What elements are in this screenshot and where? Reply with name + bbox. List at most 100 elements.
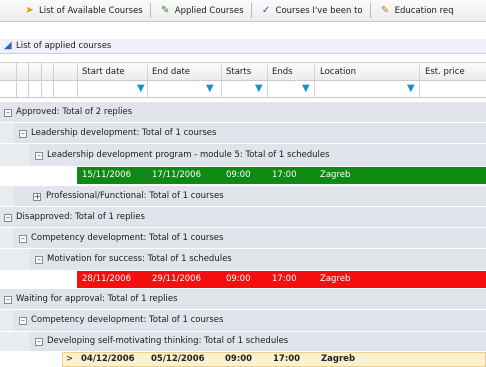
- cell-ends: 17:00: [273, 354, 301, 364]
- column-divider: [28, 81, 29, 97]
- group-label: Competency development: Total of 1 cours…: [31, 233, 224, 243]
- panel-title-bar: ◢ List of applied courses: [0, 39, 486, 54]
- education-requests-label: Education req: [394, 5, 454, 16]
- filter-funnel-icon[interactable]: ▼: [302, 84, 310, 94]
- cell-start-date: 28/11/2006: [82, 274, 131, 284]
- cell-ends: 17:00: [272, 170, 297, 180]
- filter-funnel-icon[interactable]: ▼: [255, 84, 263, 94]
- group-row-competency-waiting[interactable]: – Competency development: Total of 1 cou…: [0, 310, 486, 332]
- collapse-icon[interactable]: –: [35, 338, 43, 346]
- collapse-icon[interactable]: –: [4, 296, 12, 304]
- filter-row: ▼ ▼ ▼ ▼ ▼: [0, 81, 486, 98]
- column-divider: [77, 81, 78, 97]
- cell-end-date: 29/11/2006: [152, 274, 201, 284]
- header-location[interactable]: Location: [320, 67, 356, 77]
- indent-spacer: [0, 332, 30, 351]
- column-divider: [41, 81, 42, 97]
- filter-funnel-icon[interactable]: ▼: [137, 84, 145, 94]
- column-divider: [53, 81, 54, 97]
- collapse-icon[interactable]: –: [19, 317, 27, 325]
- cell-ends: 17:00: [272, 274, 297, 284]
- group-row-competency[interactable]: – Competency development: Total of 1 cou…: [0, 228, 486, 249]
- filter-funnel-icon[interactable]: ▼: [407, 84, 415, 94]
- indent-spacer: [0, 144, 30, 166]
- applied-courses-label: Applied Courses: [174, 5, 244, 16]
- group-row-leadership-program[interactable]: – Leadership development program - modul…: [0, 144, 486, 167]
- table-row[interactable]: 28/11/2006 29/11/2006 09:00 17:00 Zagreb: [77, 271, 486, 288]
- collapse-icon[interactable]: –: [4, 214, 12, 222]
- collapse-icon[interactable]: –: [35, 256, 43, 264]
- group-row-disapproved[interactable]: – Disapproved: Total of 1 replies: [0, 207, 486, 228]
- column-divider: [77, 63, 78, 80]
- courses-been-to-label: Courses I've been to: [275, 5, 363, 16]
- grid-filter-icon: ◢: [4, 40, 12, 51]
- toolbar-separator: [149, 3, 151, 18]
- group-label: Disapproved: Total of 1 replies: [16, 212, 145, 222]
- courses-been-to-button[interactable]: ✓ Courses I've been to: [255, 1, 367, 21]
- group-row-leadership[interactable]: – Leadership development: Total of 1 cou…: [0, 123, 486, 144]
- expand-icon[interactable]: +: [33, 193, 41, 201]
- header-start-date[interactable]: Start date: [82, 67, 125, 77]
- indent-spacer: [0, 186, 14, 206]
- column-divider: [16, 63, 17, 80]
- applied-icon: ✎: [161, 5, 170, 16]
- cell-starts: 09:00: [226, 170, 251, 180]
- group-label: Developing self-motivating thinking: Tot…: [47, 336, 289, 346]
- indent-spacer: [0, 228, 14, 248]
- group-row-professional[interactable]: + Professional/Functional: Total of 1 co…: [0, 186, 486, 207]
- cell-start-date: 04/12/2006: [81, 354, 135, 364]
- indent-spacer: [0, 310, 14, 331]
- panel-title: List of applied courses: [16, 41, 112, 51]
- column-divider: [53, 63, 54, 80]
- column-divider: [419, 63, 420, 80]
- header-est-price[interactable]: Est. price: [425, 67, 465, 77]
- course-list-icon: ➤: [25, 5, 34, 16]
- filter-funnel-icon[interactable]: ▼: [206, 84, 214, 94]
- cell-location: Zagreb: [320, 170, 351, 180]
- column-divider: [314, 63, 315, 80]
- header-end-date[interactable]: End date: [152, 67, 190, 77]
- column-divider: [314, 81, 315, 97]
- cell-starts: 09:00: [225, 354, 253, 364]
- toolbar-separator: [250, 3, 252, 18]
- group-row-self-motivating[interactable]: – Developing self-motivating thinking: T…: [0, 332, 486, 352]
- indent-spacer: [0, 123, 14, 143]
- column-divider: [267, 63, 268, 80]
- checkmark-icon: ✓: [261, 5, 271, 16]
- collapse-icon[interactable]: –: [19, 130, 27, 138]
- column-divider: [147, 63, 148, 80]
- group-label: Approved: Total of 2 replies: [16, 107, 133, 117]
- column-divider: [419, 81, 420, 97]
- column-divider: [221, 63, 222, 80]
- applied-courses-button[interactable]: ✎ Applied Courses: [154, 1, 248, 21]
- group-row-approved[interactable]: – Approved: Total of 2 replies: [0, 102, 486, 123]
- toolbar: ➤ List of Available Courses ✎ Applied Co…: [0, 0, 486, 22]
- collapse-icon[interactable]: –: [35, 152, 43, 160]
- education-requests-button[interactable]: ✎ Education req: [374, 1, 458, 21]
- cell-end-date: 17/11/2006: [152, 170, 201, 180]
- toolbar-separator: [369, 3, 371, 18]
- collapse-icon[interactable]: –: [4, 109, 12, 117]
- group-row-waiting[interactable]: – Waiting for approval: Total of 1 repli…: [0, 289, 486, 310]
- column-header-row: Start date End date Starts Ends Location…: [0, 62, 486, 81]
- available-courses-button[interactable]: ➤ List of Available Courses: [18, 1, 147, 21]
- header-ends[interactable]: Ends: [272, 67, 293, 77]
- column-divider: [267, 81, 268, 97]
- column-divider: [28, 63, 29, 80]
- cell-location: Zagreb: [321, 354, 356, 364]
- column-divider: [147, 81, 148, 97]
- table-row-selected[interactable]: > 04/12/2006 05/12/2006 09:00 17:00 Zagr…: [62, 352, 486, 367]
- cell-starts: 09:00: [226, 274, 251, 284]
- document-icon: ✎: [380, 5, 390, 16]
- row-pointer-icon: >: [66, 354, 74, 364]
- column-divider: [41, 63, 42, 80]
- header-starts[interactable]: Starts: [226, 67, 251, 77]
- cell-start-date: 15/11/2006: [82, 170, 131, 180]
- column-divider: [221, 81, 222, 97]
- cell-end-date: 05/12/2006: [151, 354, 205, 364]
- collapse-icon[interactable]: –: [19, 235, 27, 243]
- group-label: Professional/Functional: Total of 1 cour…: [46, 191, 224, 201]
- indent-spacer: [0, 249, 30, 270]
- table-row[interactable]: 15/11/2006 17/11/2006 09:00 17:00 Zagreb: [77, 167, 486, 184]
- group-row-motivation[interactable]: – Motivation for success: Total of 1 sch…: [0, 249, 486, 271]
